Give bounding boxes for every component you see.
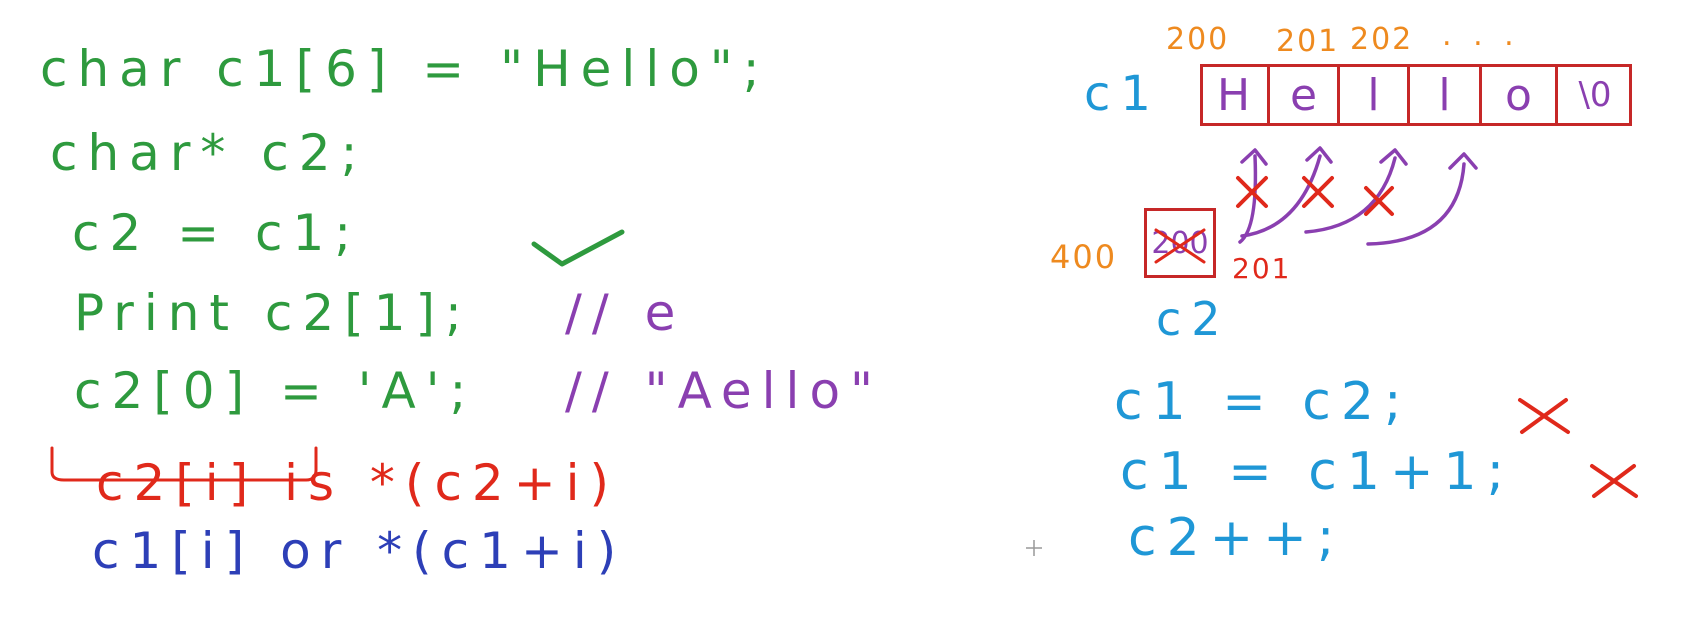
arrow-strike-crosses [1236,176,1394,216]
pointer-arrows [1238,146,1478,246]
rule-2-invalid-x [1590,464,1638,498]
cursor-mark [1026,540,1042,556]
rule-1-invalid-x [1518,398,1570,434]
underline-brace [50,446,318,482]
pointer-value-strike [1154,228,1206,264]
annotation-strokes [50,146,1638,556]
check-mark [531,229,625,267]
